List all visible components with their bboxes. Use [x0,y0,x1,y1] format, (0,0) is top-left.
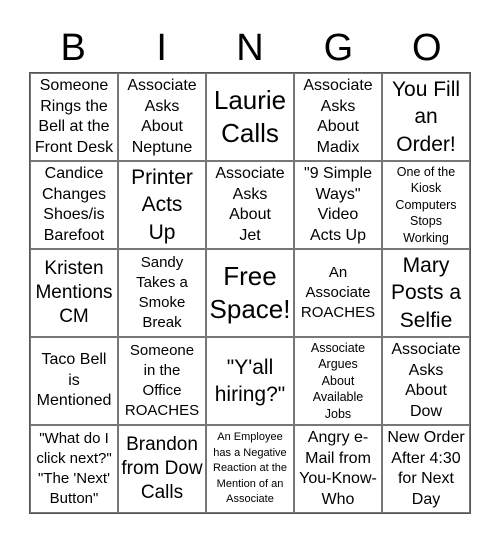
bingo-cell[interactable]: Brandon from Dow Calls [118,425,206,513]
free-space-cell[interactable]: Free Space! [206,249,294,337]
cell-text: Sandy Takes a Smoke Break [136,254,188,331]
cell-text: Someone in the Office ROACHES [124,342,200,419]
cell-text: "Y'all hiring?" [214,355,286,407]
bingo-cell[interactable]: Associate Argues About Available Jobs [294,337,382,425]
header-letter-i: I [156,27,167,69]
cell-text: Laurie Calls [213,85,287,148]
bingo-cell[interactable]: An Employee has a Negative Reaction at t… [206,425,294,513]
cell-text: Brandon from Dow Calls [121,434,203,503]
bingo-cell[interactable]: Someone Rings the Bell at the Front Desk [30,73,118,161]
header-letter-g: G [323,27,354,69]
bingo-cell[interactable]: Associate Asks About Madix [294,73,382,161]
cell-text: Free Space! [209,261,291,324]
bingo-cell[interactable]: Sandy Takes a Smoke Break [118,249,206,337]
cell-text: An Employee has a Negative Reaction at t… [213,431,287,506]
cell-text: An Associate ROACHES [300,264,376,321]
bingo-header: B I N G O [29,24,471,72]
bingo-cell[interactable]: Kristen Mentions CM [30,249,118,337]
header-letter-b: B [60,27,86,69]
cell-text: Associate Argues About Available Jobs [310,340,366,421]
cell-text: Taco Bell is Mentioned [36,351,112,410]
cell-text: Someone Rings the Bell at the Front Desk [34,77,114,156]
cell-text: You Fill an Order! [391,77,461,156]
bingo-cell[interactable]: "What do I click next?" "The 'Next' Butt… [30,425,118,513]
bingo-cell[interactable]: "9 Simple Ways" Video Acts Up [294,161,382,249]
bingo-cell[interactable]: Mary Posts a Selfie [382,249,470,337]
cell-text: Kristen Mentions CM [35,258,113,327]
cell-text: Associate Asks About Madix [303,77,373,156]
bingo-cell[interactable]: Laurie Calls [206,73,294,161]
cell-text: One of the Kiosk Computers Stops Working [395,164,457,245]
cell-text: Printer Acts Up [131,165,193,244]
cell-text: Angry e- Mail from You-Know- Who [299,429,377,508]
bingo-cell[interactable]: Candice Changes Shoes/is Barefoot [30,161,118,249]
bingo-cell[interactable]: New Order After 4:30 for Next Day [382,425,470,513]
cell-text: "What do I click next?" "The 'Next' Butt… [36,430,112,507]
cell-text: Associate Asks About Dow [391,341,461,420]
bingo-cell[interactable]: Someone in the Office ROACHES [118,337,206,425]
header-letter-o: O [412,27,442,69]
bingo-cell[interactable]: One of the Kiosk Computers Stops Working [382,161,470,249]
bingo-grid: Someone Rings the Bell at the Front Desk… [29,72,471,514]
cell-text: Candice Changes Shoes/is Barefoot [41,165,107,244]
cell-text: Associate Asks About Jet [215,165,285,244]
cell-text: New Order After 4:30 for Next Day [387,429,465,508]
bingo-cell[interactable]: Printer Acts Up [118,161,206,249]
bingo-cell[interactable]: "Y'all hiring?" [206,337,294,425]
bingo-cell[interactable]: Angry e- Mail from You-Know- Who [294,425,382,513]
cell-text: Mary Posts a Selfie [390,253,462,332]
bingo-cell[interactable]: Associate Asks About Neptune [118,73,206,161]
bingo-cell[interactable]: Associate Asks About Jet [206,161,294,249]
bingo-cell[interactable]: Taco Bell is Mentioned [30,337,118,425]
bingo-cell[interactable]: Associate Asks About Dow [382,337,470,425]
bingo-cell[interactable]: You Fill an Order! [382,73,470,161]
cell-text: "9 Simple Ways" Video Acts Up [304,165,372,244]
header-letter-n: N [236,27,264,69]
bingo-cell[interactable]: An Associate ROACHES [294,249,382,337]
cell-text: Associate Asks About Neptune [127,77,197,156]
